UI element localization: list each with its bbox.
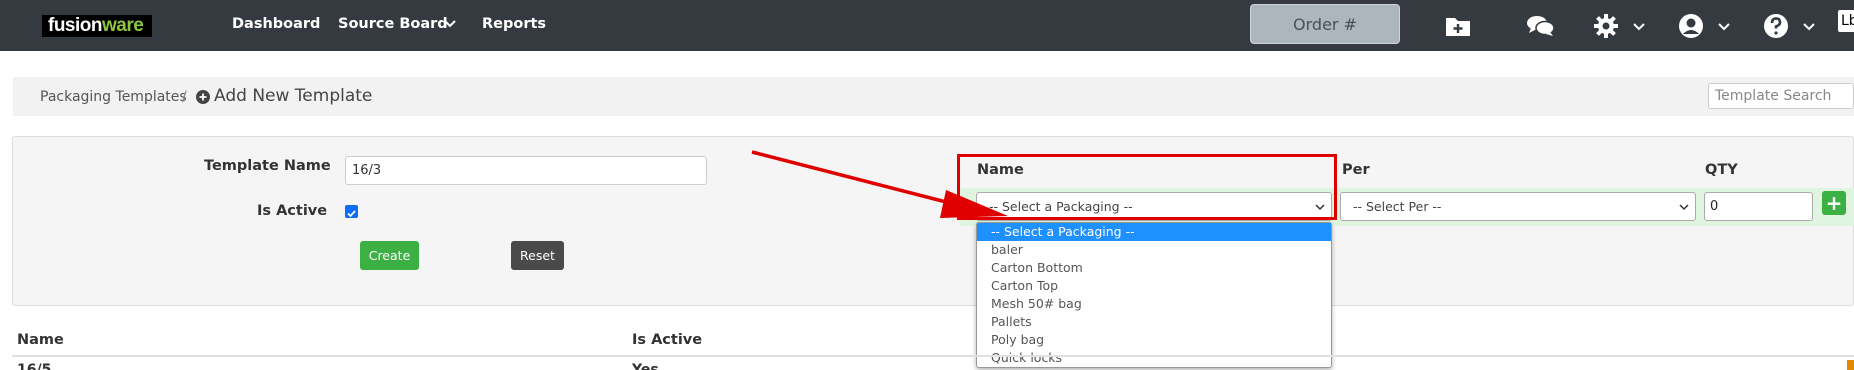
table-header-name[interactable]: Name — [17, 332, 64, 348]
annotation-arrow — [751, 150, 1008, 218]
table-header-divider — [12, 355, 1854, 357]
table-cell-name: 16/5 — [17, 362, 52, 370]
row-action-button[interactable] — [1847, 360, 1854, 370]
table-cell-is-active: Yes — [632, 362, 659, 370]
table-header-is-active[interactable]: Is Active — [632, 332, 702, 348]
